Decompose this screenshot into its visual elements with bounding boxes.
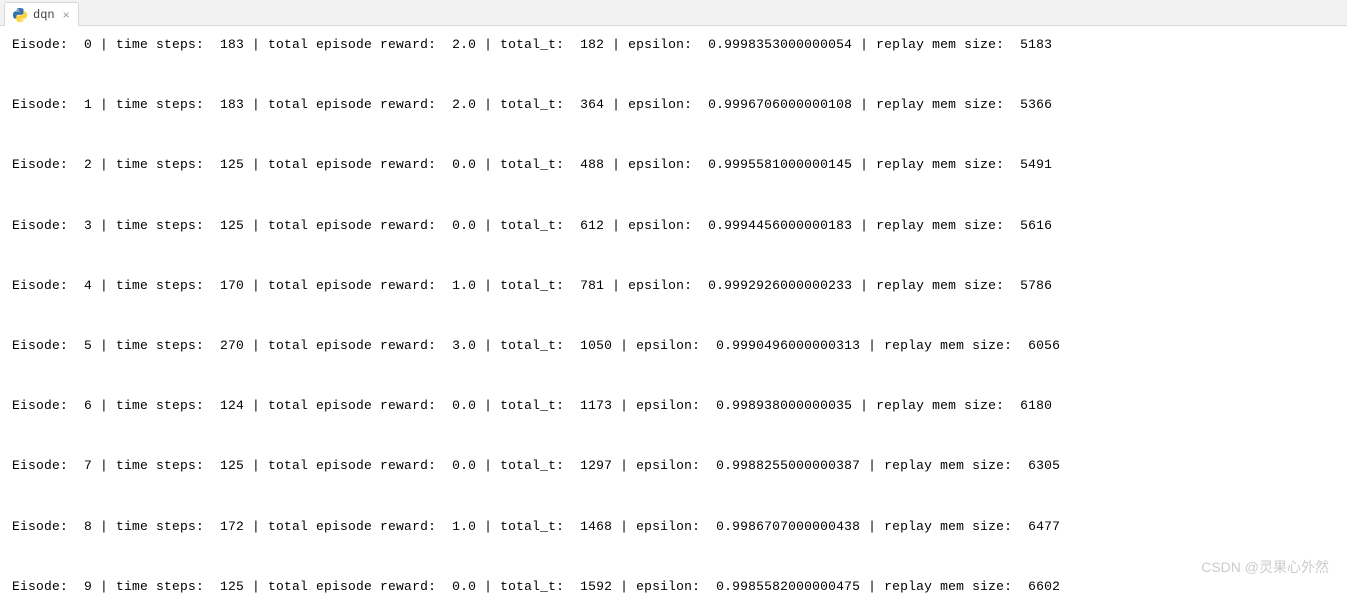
log-line: Eisode: 0 | time steps: 183 | total epis…: [12, 36, 1335, 54]
python-file-icon: [13, 8, 27, 22]
log-line: Eisode: 3 | time steps: 125 | total epis…: [12, 217, 1335, 235]
log-line: Eisode: 6 | time steps: 124 | total epis…: [12, 397, 1335, 415]
tab-title: dqn: [33, 8, 55, 22]
log-line: Eisode: 1 | time steps: 183 | total epis…: [12, 96, 1335, 114]
tab-bar: dqn ×: [0, 0, 1347, 26]
log-line: Eisode: 8 | time steps: 172 | total epis…: [12, 518, 1335, 536]
console-output[interactable]: Eisode: 0 | time steps: 183 | total epis…: [0, 26, 1347, 606]
tab-dqn[interactable]: dqn ×: [4, 2, 79, 26]
close-icon[interactable]: ×: [63, 8, 70, 22]
log-line: Eisode: 9 | time steps: 125 | total epis…: [12, 578, 1335, 596]
log-line: Eisode: 7 | time steps: 125 | total epis…: [12, 457, 1335, 475]
log-line: Eisode: 4 | time steps: 170 | total epis…: [12, 277, 1335, 295]
log-line: Eisode: 2 | time steps: 125 | total epis…: [12, 156, 1335, 174]
log-line: Eisode: 5 | time steps: 270 | total epis…: [12, 337, 1335, 355]
